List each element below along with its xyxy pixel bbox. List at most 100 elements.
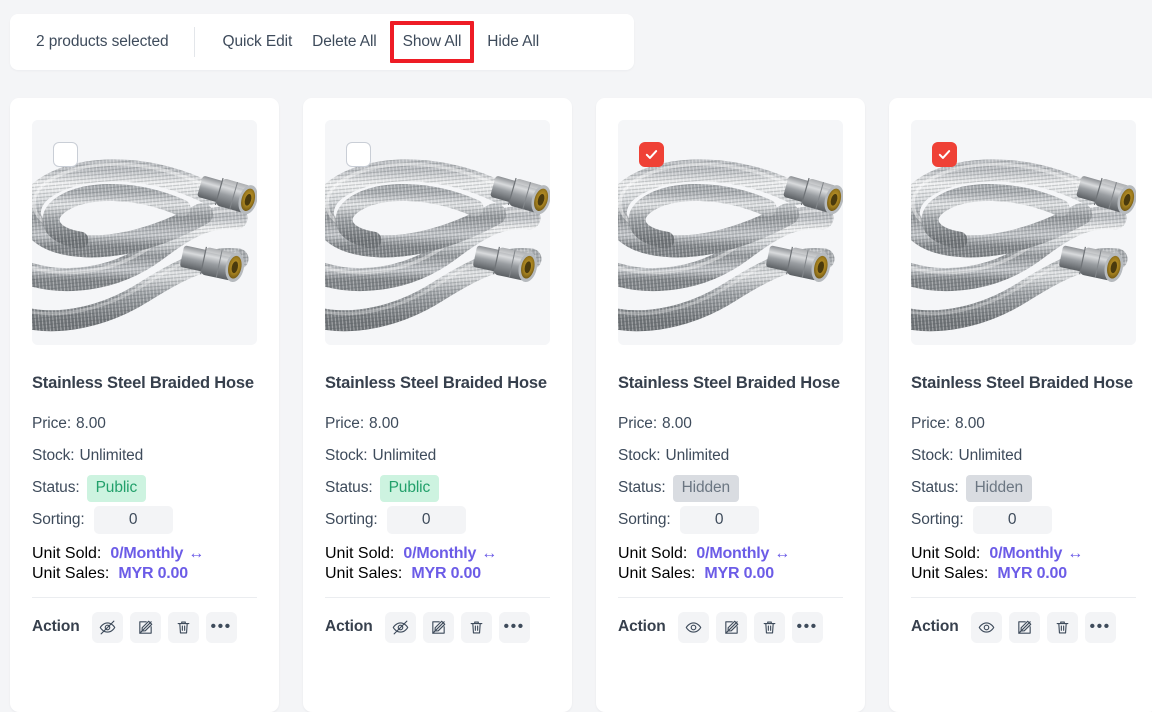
- stock-row: Stock: Unlimited: [911, 440, 1136, 472]
- product-meta: Price: 8.00 Stock: Unlimited Status: Hid…: [618, 408, 843, 536]
- left-right-arrow-icon[interactable]: ↔: [774, 545, 790, 563]
- more-options-button[interactable]: •••: [498, 611, 530, 643]
- sorting-row: Sorting: 0: [911, 504, 1136, 536]
- sorting-input[interactable]: 0: [679, 506, 759, 534]
- edit-product-button[interactable]: [422, 611, 454, 643]
- status-badge: Public: [379, 474, 440, 502]
- ellipsis-icon: •••: [796, 618, 818, 635]
- stock-value: Unlimited: [372, 447, 437, 464]
- action-label: Action: [32, 618, 80, 635]
- product-select-checkbox[interactable]: [53, 142, 78, 167]
- delete-product-button[interactable]: [753, 611, 785, 643]
- trash-icon: [761, 619, 778, 636]
- hide-all-button[interactable]: Hide All: [477, 28, 549, 56]
- price-row: Price: 8.00: [911, 408, 1136, 440]
- unit-sales-row: Unit Sales: MYR 0.00: [32, 565, 257, 583]
- sorting-label: Sorting:: [325, 511, 378, 528]
- product-title: Stainless Steel Braided Hose: [325, 374, 547, 392]
- product-select-checkbox[interactable]: [932, 142, 957, 167]
- quick-edit-button[interactable]: Quick Edit: [213, 28, 303, 56]
- more-options-button[interactable]: •••: [205, 611, 237, 643]
- product-image: [618, 120, 843, 345]
- status-badge: Hidden: [965, 474, 1033, 502]
- unit-sold-label: Unit Sold:: [911, 545, 981, 562]
- product-grid: Stainless Steel Braided Hose Price: 8.00…: [10, 98, 1152, 712]
- left-right-arrow-icon[interactable]: ↔: [481, 545, 497, 563]
- toggle-visibility-button[interactable]: [91, 611, 123, 643]
- unit-sales-label: Unit Sales:: [618, 565, 696, 582]
- edit-icon: [1016, 619, 1033, 636]
- ellipsis-icon: •••: [503, 618, 525, 635]
- unit-sold-label: Unit Sold:: [618, 545, 688, 562]
- product-select-checkbox[interactable]: [346, 142, 371, 167]
- status-badge: Hidden: [672, 474, 740, 502]
- delete-product-button[interactable]: [460, 611, 492, 643]
- unit-sold-row: Unit Sold: 0/Monthly ↔: [911, 545, 1136, 563]
- delete-product-button[interactable]: [1046, 611, 1078, 643]
- toggle-visibility-button[interactable]: [677, 611, 709, 643]
- unit-sales-label: Unit Sales:: [911, 565, 989, 582]
- unit-sales-row: Unit Sales: MYR 0.00: [618, 565, 843, 583]
- more-options-button[interactable]: •••: [791, 611, 823, 643]
- product-image: [32, 120, 257, 345]
- product-select-checkbox[interactable]: [639, 142, 664, 167]
- unit-sold-label: Unit Sold:: [325, 545, 395, 562]
- action-bar: Action •••: [911, 598, 1136, 656]
- price-row: Price: 8.00: [32, 408, 257, 440]
- unit-sold-value: 0/Monthly: [696, 545, 770, 562]
- sorting-input[interactable]: 0: [93, 506, 173, 534]
- sorting-input[interactable]: 0: [386, 506, 466, 534]
- action-bar: Action •••: [325, 598, 550, 656]
- edit-product-button[interactable]: [715, 611, 747, 643]
- trash-icon: [1054, 619, 1071, 636]
- edit-icon: [430, 619, 447, 636]
- product-card: Stainless Steel Braided Hose Price: 8.00…: [889, 98, 1152, 712]
- action-label: Action: [911, 618, 959, 635]
- toggle-visibility-button[interactable]: [970, 611, 1002, 643]
- edit-product-button[interactable]: [129, 611, 161, 643]
- product-title: Stainless Steel Braided Hose: [911, 374, 1133, 392]
- product-image: [325, 120, 550, 345]
- action-label: Action: [325, 618, 373, 635]
- unit-sales-value: MYR 0.00: [411, 565, 481, 582]
- product-image: [911, 120, 1136, 345]
- eye-off-icon: [392, 619, 409, 636]
- price-label: Price:: [618, 415, 658, 432]
- price-value: 8.00: [955, 415, 985, 432]
- eye-icon: [685, 619, 702, 636]
- unit-sales-row: Unit Sales: MYR 0.00: [325, 565, 550, 583]
- edit-product-button[interactable]: [1008, 611, 1040, 643]
- price-label: Price:: [911, 415, 951, 432]
- delete-all-button[interactable]: Delete All: [302, 28, 386, 56]
- stock-row: Stock: Unlimited: [618, 440, 843, 472]
- left-right-arrow-icon[interactable]: ↔: [1067, 545, 1083, 563]
- stock-label: Stock:: [32, 447, 75, 464]
- toolbar-actions: Quick Edit Delete All Show All Hide All: [195, 14, 550, 70]
- more-options-button[interactable]: •••: [1084, 611, 1116, 643]
- stock-label: Stock:: [911, 447, 954, 464]
- status-row: Status: Public: [325, 472, 550, 504]
- unit-sold-value: 0/Monthly: [403, 545, 477, 562]
- price-row: Price: 8.00: [325, 408, 550, 440]
- status-label: Status:: [911, 479, 959, 496]
- sorting-row: Sorting: 0: [325, 504, 550, 536]
- price-label: Price:: [32, 415, 72, 432]
- toggle-visibility-button[interactable]: [384, 611, 416, 643]
- left-right-arrow-icon[interactable]: ↔: [188, 545, 204, 563]
- bulk-action-toolbar: 2 products selected Quick Edit Delete All…: [10, 14, 634, 70]
- stock-label: Stock:: [618, 447, 661, 464]
- stock-row: Stock: Unlimited: [325, 440, 550, 472]
- ellipsis-icon: •••: [1089, 618, 1111, 635]
- sorting-input[interactable]: 0: [972, 506, 1052, 534]
- delete-product-button[interactable]: [167, 611, 199, 643]
- action-bar: Action •••: [618, 598, 843, 656]
- status-label: Status:: [618, 479, 666, 496]
- status-row: Status: Hidden: [911, 472, 1136, 504]
- price-value: 8.00: [76, 415, 106, 432]
- unit-sales-value: MYR 0.00: [118, 565, 188, 582]
- selection-count-label: 2 products selected: [36, 33, 169, 50]
- trash-icon: [468, 619, 485, 636]
- sorting-label: Sorting:: [32, 511, 85, 528]
- show-all-button[interactable]: Show All: [389, 21, 475, 63]
- product-title: Stainless Steel Braided Hose: [32, 374, 254, 392]
